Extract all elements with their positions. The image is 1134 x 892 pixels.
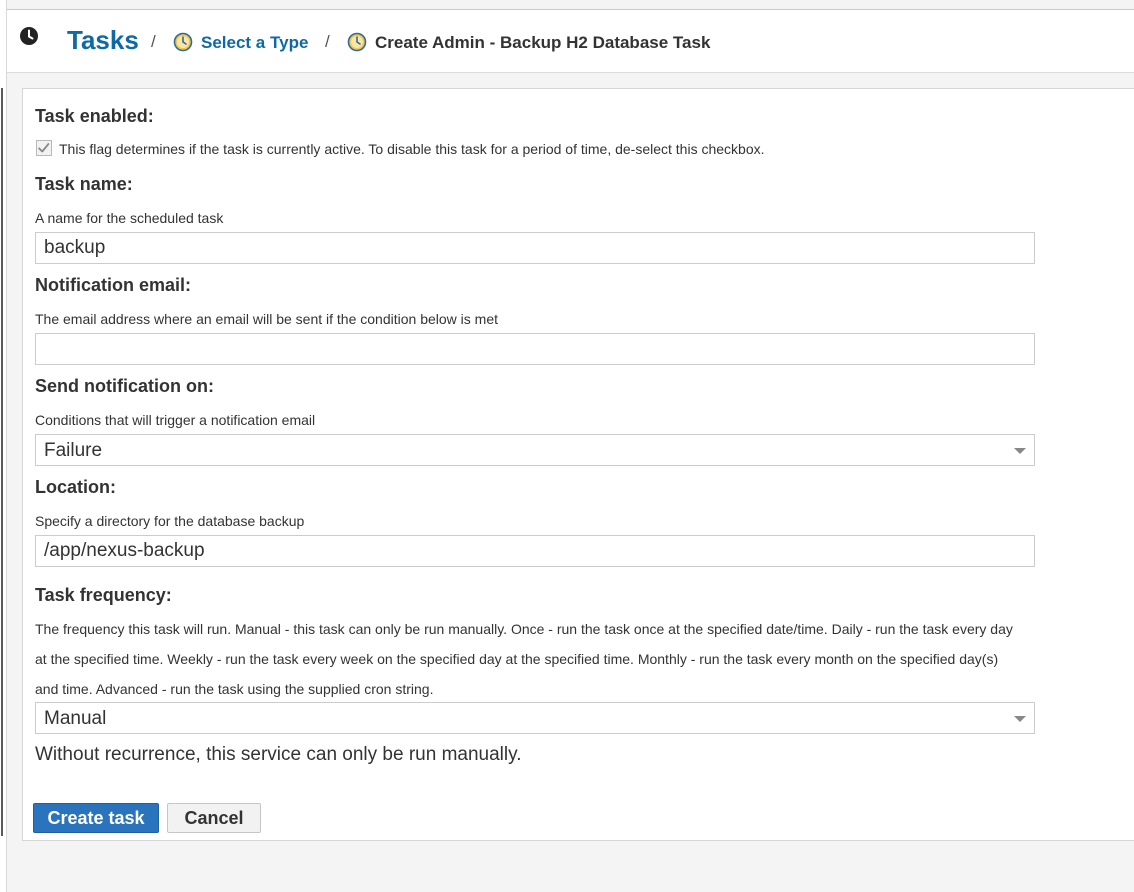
chevron-down-icon	[1014, 448, 1026, 454]
task-clock-icon	[347, 32, 367, 52]
task-enabled-label: Task enabled:	[35, 106, 154, 126]
location-label: Location:	[35, 477, 116, 497]
location-input[interactable]	[35, 535, 1035, 567]
send-notification-label: Send notification on:	[35, 376, 214, 396]
breadcrumb-current: Create Admin - Backup H2 Database Task	[375, 33, 711, 52]
notification-email-label: Notification email:	[35, 275, 192, 295]
send-notification-value: Failure	[44, 440, 103, 461]
task-name-label: Task name:	[35, 174, 133, 194]
breadcrumb-select-type-link[interactable]: Select a Type	[201, 32, 308, 54]
task-frequency-help: The frequency this task will run. Manual…	[35, 621, 1013, 697]
task-enabled-help: This flag determines if the task is curr…	[59, 141, 765, 157]
send-notification-select[interactable]: Failure	[35, 434, 1035, 466]
cancel-button[interactable]: Cancel	[167, 803, 261, 833]
task-clock-icon	[173, 32, 193, 52]
notification-email-input[interactable]	[35, 333, 1035, 365]
send-notification-help: Conditions that will trigger a notificat…	[35, 412, 316, 428]
left-sidebar-edge	[0, 0, 7, 892]
clock-icon	[20, 27, 38, 45]
breadcrumb-tasks-link[interactable]: Tasks	[67, 24, 139, 56]
breadcrumb-separator: /	[151, 32, 156, 51]
task-frequency-select[interactable]: Manual	[35, 702, 1035, 734]
task-frequency-label: Task frequency:	[35, 585, 172, 605]
sidebar-scroll-track	[1, 88, 3, 836]
task-name-input[interactable]	[35, 232, 1035, 264]
page-header: Tasks / Select a Type / Create Admin - B…	[7, 10, 1134, 73]
chevron-down-icon	[1014, 716, 1026, 722]
breadcrumb-separator: /	[325, 32, 330, 51]
create-task-form: Task enabled: This flag determines if th…	[22, 88, 1134, 841]
task-enabled-checkbox[interactable]	[36, 140, 52, 156]
notification-email-help: The email address where an email will be…	[35, 311, 499, 327]
create-task-button[interactable]: Create task	[33, 803, 159, 833]
task-name-help: A name for the scheduled task	[35, 210, 224, 226]
task-frequency-value: Manual	[44, 708, 107, 729]
recurrence-note: Without recurrence, this service can onl…	[35, 744, 522, 765]
checkmark-icon	[38, 143, 50, 153]
location-help: Specify a directory for the database bac…	[35, 513, 305, 529]
